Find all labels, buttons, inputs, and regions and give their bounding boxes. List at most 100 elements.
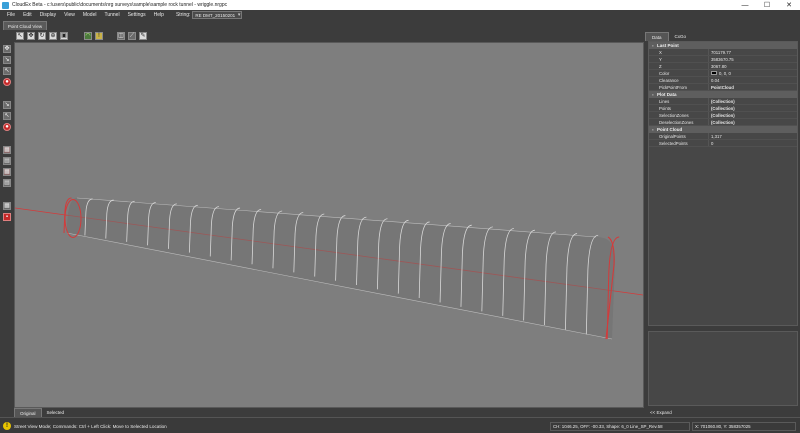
string-label: String:	[175, 12, 191, 18]
layer2-icon[interactable]: ▤	[3, 157, 11, 165]
delete-icon[interactable]: ▪	[3, 213, 11, 221]
property-row-lines[interactable]: Lines (Collection)	[649, 98, 797, 105]
category-point-cloud[interactable]: ▪ Point Cloud	[649, 126, 797, 133]
property-value[interactable]: 3583670.75	[709, 56, 797, 62]
menu-model[interactable]: Model	[79, 12, 101, 18]
draw-icon[interactable]: ↘	[3, 101, 11, 109]
menu-edit[interactable]: Edit	[19, 12, 36, 18]
rotate-icon[interactable]: ↻	[38, 32, 46, 40]
category-last-point[interactable]: ▪ Last Point	[649, 42, 797, 49]
category-label: Point Cloud	[657, 127, 683, 132]
status-coordinates: X: 701060.80, Y: 358357025	[692, 422, 796, 431]
tab-selected[interactable]: Selected	[41, 408, 70, 417]
property-value-text: (Collection)	[711, 98, 735, 104]
property-value[interactable]: 0	[709, 140, 797, 146]
panel-tabs: Data CxGo	[645, 32, 800, 41]
expand-button[interactable]: << Expand	[645, 408, 800, 417]
property-value[interactable]: 0.04	[709, 77, 797, 83]
property-value-text: (Collection)	[711, 119, 735, 125]
menu-help[interactable]: Help	[150, 12, 168, 18]
property-row-selectedpoints[interactable]: SelectedPoints 0	[649, 140, 797, 147]
section-icon[interactable]: ◫	[117, 32, 125, 40]
collapse-icon[interactable]: ▪	[649, 127, 657, 132]
pan-icon[interactable]: ✥	[3, 45, 11, 53]
property-value[interactable]: 1,317	[709, 133, 797, 139]
property-value[interactable]: (Collection)	[709, 119, 797, 125]
tunnel-icon[interactable]: ◠	[84, 32, 92, 40]
property-row-clearance[interactable]: Clearance 0.04	[649, 77, 797, 84]
category-plot-data[interactable]: ▪ Plot Data	[649, 91, 797, 98]
property-name: SelectionZones	[649, 112, 709, 118]
close-button[interactable]: ✕	[778, 0, 800, 10]
property-row-z[interactable]: Z 3067.80	[649, 63, 797, 70]
category-label: Plot Data	[657, 92, 677, 97]
property-row-selectionzones[interactable]: SelectionZones (Collection)	[649, 112, 797, 119]
property-value[interactable]: PointCloud	[709, 84, 797, 90]
status-message-area: ! Street View Mode; Commands: Ctrl + Lef…	[3, 421, 167, 431]
pointer-icon[interactable]: ↖	[16, 32, 24, 40]
property-name: Clearance	[649, 77, 709, 83]
property-row-deselectionzones[interactable]: DeselectionZones (Collection)	[649, 119, 797, 126]
edit-icon[interactable]: ↖	[3, 112, 11, 120]
warning-icon[interactable]: !	[95, 32, 103, 40]
menu-settings[interactable]: Settings	[124, 12, 150, 18]
property-name: PickPointFrom	[649, 84, 709, 90]
point-cloud-viewport[interactable]	[14, 42, 644, 408]
tab-original[interactable]: Original	[14, 408, 42, 417]
menu-tunnel[interactable]: Tunnel	[100, 12, 123, 18]
property-name: OriginalPoints	[649, 133, 709, 139]
record-icon[interactable]: ●	[3, 78, 11, 86]
property-value[interactable]: 701179.77	[709, 49, 797, 55]
property-grid: ▪ Last Point X 701179.77 Y 3583670.75 Z 3067.80…	[648, 41, 798, 326]
status-message: Street View Mode; Commands: Ctrl + Left …	[14, 423, 167, 429]
pencil-icon[interactable]: ✎	[139, 32, 147, 40]
property-name: Lines	[649, 98, 709, 104]
measure-icon[interactable]: ⟋	[128, 32, 136, 40]
property-name: Y	[649, 56, 709, 62]
string-select[interactable]: RE DMT_20150201 ▾	[192, 11, 243, 19]
zoom-icon[interactable]: ⊕	[49, 32, 57, 40]
tab-data[interactable]: Data	[645, 32, 669, 41]
fit-icon[interactable]: ▣	[60, 32, 68, 40]
collapse-icon[interactable]: ▪	[649, 92, 657, 97]
move-icon[interactable]: ✥	[27, 32, 35, 40]
properties-panel: Data CxGo ▪ Last Point X 701179.77 Y 3583670.…	[645, 30, 800, 408]
property-value[interactable]: 3067.80	[709, 63, 797, 69]
property-value-text: (Collection)	[711, 105, 735, 111]
collapse-icon[interactable]: ▪	[649, 43, 657, 48]
property-row-originalpoints[interactable]: OriginalPoints 1,317	[649, 133, 797, 140]
tunnel-render[interactable]	[15, 43, 643, 407]
stop-icon[interactable]: ●	[3, 123, 11, 131]
property-value-text: 0	[711, 140, 714, 146]
status-chainage: CH: 1046.25, OFF: -00.33, Shape: 6_0 Lin…	[550, 422, 690, 431]
minimize-button[interactable]: —	[734, 0, 756, 10]
property-name: SelectedPoints	[649, 140, 709, 146]
property-row-x[interactable]: X 701179.77	[649, 49, 797, 56]
menu-display[interactable]: Display	[36, 12, 60, 18]
left-toolbar: ✥ ↘ ↖ ● ↘ ↖ ● ▦ ▤ ▦ ▤ ▦ ▪	[0, 42, 14, 408]
tab-point-cloud-view[interactable]: Point Cloud View	[3, 21, 47, 30]
property-value[interactable]: (Collection)	[709, 112, 797, 118]
tab-cxgo[interactable]: CxGo	[669, 32, 693, 41]
property-row-color[interactable]: Color 0, 0, 0	[649, 70, 797, 77]
maximize-button[interactable]: ☐	[756, 0, 778, 10]
property-value-text: 3583670.75	[711, 56, 734, 62]
layer4-icon[interactable]: ▤	[3, 179, 11, 187]
tunnel-model	[15, 197, 643, 340]
property-row-pickpointfrom[interactable]: PickPointFrom PointCloud	[649, 84, 797, 91]
layer3-icon[interactable]: ▦	[3, 168, 11, 176]
property-value[interactable]: 0, 0, 0	[709, 70, 797, 76]
menu-file[interactable]: File	[3, 12, 19, 18]
grid-icon[interactable]: ▦	[3, 202, 11, 210]
property-row-points[interactable]: Points (Collection)	[649, 105, 797, 112]
menu-view[interactable]: View	[60, 12, 79, 18]
title-bar: CloudEx Beta - c:\users\public\documents…	[0, 0, 800, 10]
pick-icon[interactable]: ↘	[3, 56, 11, 64]
property-name: Color	[649, 70, 709, 76]
select-icon[interactable]: ↖	[3, 67, 11, 75]
property-value[interactable]: (Collection)	[709, 105, 797, 111]
property-row-y[interactable]: Y 3583670.75	[649, 56, 797, 63]
layer-icon[interactable]: ▦	[3, 146, 11, 154]
document-tab-row: Point Cloud View	[0, 20, 800, 30]
property-value[interactable]: (Collection)	[709, 98, 797, 104]
